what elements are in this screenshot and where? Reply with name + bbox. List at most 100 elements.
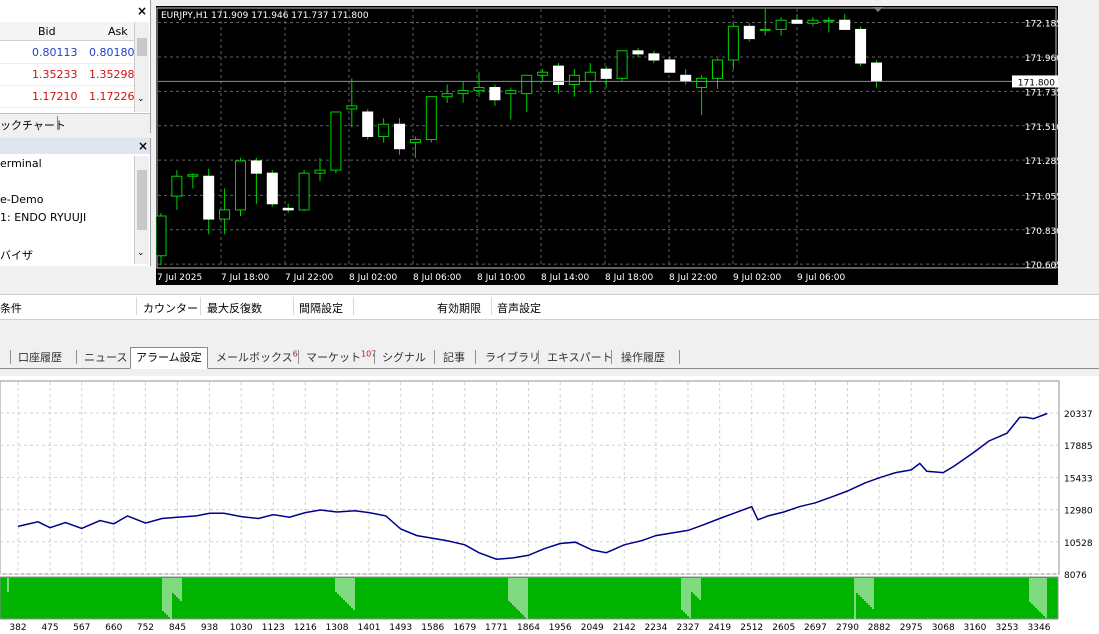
tab-separator [76, 350, 77, 364]
tab-separator [434, 350, 435, 364]
x-tick-label: 3160 [963, 623, 986, 633]
x-tick-label: 1030 [230, 623, 253, 633]
candle-bear [489, 87, 501, 101]
tab-tick-chart[interactable]: ックチャート [0, 117, 66, 133]
price-tick-label: 171.055 [1025, 192, 1058, 202]
ask-value: 1.35298 [89, 68, 135, 81]
candle-bull [187, 174, 199, 177]
market-watch-scrollbar[interactable]: ⌄ [134, 22, 149, 112]
tab-news[interactable]: ニュース [84, 349, 127, 365]
ask-value: 1.17226 [89, 90, 135, 103]
tab-alerts[interactable]: アラーム設定 [130, 347, 208, 369]
navigator-item-terminal[interactable]: erminal [0, 157, 42, 170]
alert-col-counter[interactable]: カウンター [143, 300, 198, 316]
candle-bear [648, 53, 660, 61]
alert-col-condition[interactable]: 条件 [0, 300, 22, 316]
navigator-item-account[interactable]: 1: ENDO RYUUJI [0, 211, 86, 224]
candle-bull [775, 19, 787, 30]
alert-col-expiration[interactable]: 有効期限 [437, 300, 481, 316]
tab-signals[interactable]: シグナル [382, 349, 426, 365]
time-tick-label: 7 Jul 18:00 [221, 273, 270, 283]
x-tick-label: 3068 [932, 623, 955, 633]
ask-column-header[interactable]: Ask [108, 25, 128, 38]
navigator-item-expert-advisors[interactable]: バイザ [0, 247, 33, 263]
chart-plot-border [156, 7, 1057, 269]
candle-bull [156, 215, 167, 257]
candlestick-chart-svg[interactable]: 172.185 171.960 171.735 171.510 171.285 171.0… [156, 6, 1058, 285]
candle-bear [680, 74, 692, 82]
candle-bull [584, 71, 596, 82]
alert-col-max-iterations[interactable]: 最大反復数 [207, 300, 262, 316]
deposit-load-strip [0, 576, 1059, 620]
alert-col-interval[interactable]: 間隔設定 [299, 300, 343, 316]
column-separator [293, 297, 294, 315]
navigator-item-demo-server[interactable]: e-Demo [0, 193, 43, 206]
candle-bull [473, 87, 485, 92]
tab-separator [475, 350, 476, 364]
tab-market-label: マーケット [306, 351, 361, 364]
terminal-tabs: 口座履歴 ニュース アラーム設定 メールボックス6 マーケット107 シグナル … [0, 346, 1099, 369]
time-tick-label: 7 Jul 22:00 [285, 273, 334, 283]
x-tick-label: 2975 [900, 623, 923, 633]
chart-shift-marker-icon [873, 7, 883, 12]
x-tick-label: 845 [169, 623, 186, 633]
market-watch-row[interactable]: 0.80113 0.80180 [0, 43, 135, 64]
candle-bull [346, 105, 358, 110]
tab-separator [679, 350, 680, 364]
column-separator [200, 297, 201, 315]
x-tick-label: 475 [41, 623, 58, 633]
tab-experts[interactable]: エキスパート [547, 349, 613, 365]
tab-journal[interactable]: 操作履歴 [621, 349, 665, 365]
chevron-down-icon[interactable]: ⌄ [137, 248, 145, 258]
candle-bull [330, 111, 342, 171]
balance-graph-svg[interactable]: 20337 17885 15433 12980 10528 8076 382 475 567 66… [0, 376, 1099, 634]
price-tick-label: 170.830 [1025, 227, 1058, 237]
bid-column-header[interactable]: Bid [38, 25, 56, 38]
tab-mailbox-label: メールボックス [216, 351, 293, 364]
tab-separator [374, 350, 375, 364]
price-tick-label: 170.605 [1025, 261, 1058, 271]
close-icon[interactable]: × [138, 139, 148, 153]
x-tick-label: 1493 [389, 623, 412, 633]
candle-bear [871, 62, 882, 82]
close-icon[interactable]: × [137, 4, 147, 18]
tab-account-history[interactable]: 口座履歴 [18, 349, 62, 365]
balance-graph[interactable]: 20337 17885 15433 12980 10528 8076 382 475 567 66… [0, 376, 1099, 634]
time-tick-label: 9 Jul 02:00 [733, 273, 782, 283]
chevron-down-icon[interactable]: ⌄ [137, 94, 145, 104]
tab-library[interactable]: ライブラリ [485, 349, 540, 365]
candle-bull [441, 93, 453, 98]
scrollbar-thumb[interactable] [137, 170, 147, 230]
market-watch-row[interactable]: 1.35233 1.35298 [0, 65, 135, 86]
ask-value: 0.80180 [89, 46, 135, 59]
x-tick-label: 2512 [740, 623, 763, 633]
price-chart[interactable]: 172.185 171.960 171.735 171.510 171.285 171.0… [156, 6, 1058, 285]
candle-bull [568, 74, 580, 85]
candle-bull [712, 59, 723, 79]
candle-bull [409, 139, 421, 144]
x-tick-label: 938 [201, 623, 218, 633]
market-watch-row[interactable]: 1.17210 1.17226 [0, 87, 135, 108]
x-tick-label: 1771 [485, 623, 508, 633]
tab-market[interactable]: マーケット107 [306, 349, 376, 365]
navigator-title-bar: × [0, 138, 150, 154]
candle-bull [807, 19, 819, 24]
x-tick-label: 2697 [804, 623, 827, 633]
time-tick-label: 8 Jul 10:00 [477, 273, 526, 283]
candle-bull [457, 90, 469, 95]
candle-bull [759, 28, 771, 31]
candle-bull [727, 25, 739, 61]
column-separator [136, 297, 137, 315]
candle-bear [632, 50, 644, 55]
scrollbar-thumb[interactable] [137, 38, 147, 56]
price-tick-label: 172.185 [1025, 20, 1058, 30]
x-tick-label: 2234 [644, 623, 667, 633]
bid-value: 0.80113 [32, 46, 78, 59]
navigator-scrollbar[interactable]: ⌄ [134, 156, 149, 264]
time-tick-label: 8 Jul 06:00 [413, 273, 462, 283]
alert-col-sound[interactable]: 音声設定 [497, 300, 541, 316]
tab-mailbox[interactable]: メールボックス6 [216, 349, 298, 365]
tab-articles[interactable]: 記事 [443, 349, 465, 365]
y-tick-label: 20337 [1064, 410, 1093, 420]
chart-header: EURJPY,H1 171.909 171.946 171.737 171.80… [161, 11, 369, 21]
